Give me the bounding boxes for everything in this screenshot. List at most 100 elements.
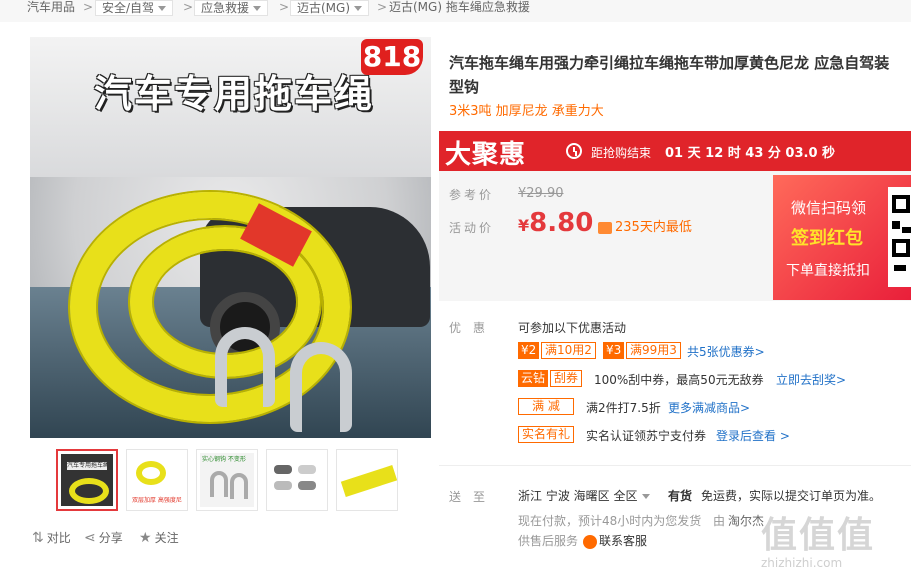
delivery-label: 送至 bbox=[449, 490, 498, 504]
clock-icon bbox=[566, 143, 582, 159]
share-button[interactable]: ⋖ 分享 bbox=[84, 529, 123, 546]
chevron-down-icon bbox=[158, 6, 167, 11]
compare-icon: ⇅ bbox=[32, 530, 44, 546]
thumbnail-car bbox=[274, 481, 292, 490]
breadcrumb-item-rescue[interactable]: 应急救援 bbox=[194, 0, 269, 16]
qr-promo-line2: 签到红包 bbox=[791, 228, 863, 249]
lowest-price-text: 235天内最低 bbox=[615, 220, 692, 235]
chevron-down-icon bbox=[354, 6, 363, 11]
wechat-qr-promo[interactable]: 微信扫码领 签到红包 下单直接抵扣 bbox=[773, 175, 911, 300]
shackle-hook-left bbox=[215, 327, 275, 407]
compare-label: 对比 bbox=[46, 531, 71, 545]
seller-prefix: 由 bbox=[713, 514, 726, 528]
cloud-diamond-tag: 云钻 bbox=[518, 370, 549, 387]
qr-promo-line3: 下单直接抵扣 bbox=[786, 263, 870, 279]
more-reduction-link[interactable]: 更多满减商品> bbox=[668, 399, 750, 416]
real-name-text: 实名认证领苏宁支付券 bbox=[586, 429, 707, 443]
chevron-down-icon bbox=[642, 494, 651, 499]
thumbnail-image: 汽车专用拖车绳 bbox=[61, 454, 113, 506]
thumbnail-car bbox=[274, 465, 292, 474]
breadcrumb-item-brand[interactable]: 迈古(MG) bbox=[290, 0, 370, 16]
scratch-now-link[interactable]: 立即去刮奖> bbox=[776, 371, 846, 388]
image-banner-text: 汽车专用拖车绳 bbox=[94, 72, 375, 116]
product-title: 汽车拖车绳车用强力牵引绳拉车绳拖车带加厚黄色尼龙 应急自驾装 bbox=[449, 54, 890, 72]
trend-icon bbox=[598, 221, 612, 234]
breadcrumb-separator: > bbox=[377, 0, 388, 14]
seller-name[interactable]: 淘尔杰 bbox=[728, 512, 764, 529]
watermark-logo: 值值值 bbox=[761, 515, 876, 556]
divider bbox=[439, 465, 911, 466]
thumbnail-caption: 汽车专用拖车绳 bbox=[67, 462, 107, 470]
coupon-1-condition[interactable]: 满10用2 bbox=[541, 342, 596, 359]
contact-service-button[interactable]: 联系客服 bbox=[583, 532, 647, 549]
discount-label: 优惠 bbox=[449, 321, 498, 335]
countdown-label: 距抢购结束 bbox=[591, 146, 652, 160]
shackle-hook-right bbox=[290, 342, 352, 432]
reference-price: ¥29.90 bbox=[518, 186, 564, 201]
thumbnail-3[interactable]: 实心钢钩 不变形 bbox=[196, 449, 258, 511]
thumbnail-5[interactable] bbox=[336, 449, 398, 511]
product-subtitle: 3米3吨 加厚尼龙 承重力大 bbox=[449, 104, 604, 119]
promo-818-badge: 818 bbox=[361, 39, 423, 75]
thumbnail-car bbox=[298, 465, 316, 474]
breadcrumb: 汽车用品 > 安全/自驾 > 应急救援 > 迈古(MG) > 迈古(MG) 拖车… bbox=[0, 0, 911, 22]
currency-symbol: ¥ bbox=[518, 216, 530, 235]
star-icon: ★ bbox=[139, 530, 152, 546]
thumbnail-1[interactable]: 汽车专用拖车绳 bbox=[56, 449, 118, 511]
activity-price-value: 8.80 bbox=[529, 208, 594, 238]
delivery-address-select[interactable]: 浙江 宁波 海曙区 全区 bbox=[518, 487, 651, 504]
full-reduction-tag: 满 减 bbox=[518, 398, 574, 415]
thumbnail-caption: 实心钢钩 不变形 bbox=[202, 456, 246, 463]
flash-sale-bar: 大聚惠 距抢购结束 01 天 12 时 43 分 03.0 秒 bbox=[439, 131, 911, 171]
qr-code bbox=[888, 187, 911, 287]
thumbnail-strap bbox=[69, 478, 109, 504]
coupon-1-amount[interactable]: ¥2 bbox=[518, 342, 540, 359]
real-name-tag: 实名有礼 bbox=[518, 426, 575, 443]
thumbnail-caption: 双层加厚 高强度尼龙材料 bbox=[132, 497, 182, 504]
all-coupons-link[interactable]: 共5张优惠券> bbox=[687, 343, 765, 360]
watermark-url: zhizhizhi.com bbox=[761, 556, 843, 570]
reference-price-label: 参考价 bbox=[449, 188, 495, 202]
product-title-continued: 型钩 bbox=[449, 78, 480, 96]
thumbnail-strap bbox=[136, 461, 166, 485]
compare-button[interactable]: ⇅ 对比 bbox=[32, 529, 71, 546]
thumbnail-image: 实心钢钩 不变形 bbox=[200, 453, 254, 507]
full-reduction-text: 满2件打7.5折 bbox=[586, 401, 661, 415]
discount-intro: 可参加以下优惠活动 bbox=[518, 321, 627, 335]
login-view-link[interactable]: 登录后查看 > bbox=[716, 427, 790, 444]
breadcrumb-label: 应急救援 bbox=[201, 1, 250, 15]
delivery-eta: 现在付款，预计48小时内为您发货 bbox=[518, 514, 702, 528]
thumbnail-2[interactable]: 双层加厚 高强度尼龙材料 bbox=[126, 449, 188, 511]
customer-service-icon bbox=[583, 534, 597, 549]
thumbnail-car bbox=[298, 481, 316, 490]
scratch-coupon-tag: 刮券 bbox=[550, 370, 583, 387]
thumbnail-4[interactable] bbox=[266, 449, 328, 511]
shipping-info: 免运费，实际以提交订单页为准。 bbox=[701, 489, 882, 503]
breadcrumb-separator: > bbox=[83, 0, 94, 14]
breadcrumb-label: 安全/自驾 bbox=[102, 1, 155, 15]
coupon-2-condition[interactable]: 满99用3 bbox=[626, 342, 681, 359]
breadcrumb-separator: > bbox=[183, 0, 194, 14]
main-product-image[interactable]: 汽车专用拖车绳 818 bbox=[30, 37, 431, 438]
after-sales-label: 供售后服务 bbox=[518, 534, 579, 548]
thumbnail-image bbox=[270, 453, 324, 507]
thumbnail-shackle bbox=[210, 471, 228, 497]
coupon-2-amount[interactable]: ¥3 bbox=[603, 342, 625, 359]
chevron-down-icon bbox=[253, 6, 262, 11]
thumbnail-image: 双层加厚 高强度尼龙材料 bbox=[130, 453, 184, 507]
watermark: 值值值 zhizhizhi.com bbox=[761, 515, 911, 571]
breadcrumb-item-category[interactable]: 汽车用品 bbox=[27, 0, 75, 16]
breadcrumb-item-safety[interactable]: 安全/自驾 bbox=[95, 0, 174, 16]
flash-sale-logo: 大聚惠 bbox=[445, 140, 527, 170]
thumbnail-shackle bbox=[230, 473, 248, 499]
activity-price-label: 活动价 bbox=[449, 221, 495, 235]
stock-status: 有货 bbox=[668, 489, 693, 503]
thumbnail-image bbox=[340, 453, 397, 507]
breadcrumb-label: 迈古(MG) bbox=[297, 1, 351, 15]
breadcrumb-item-product: 迈古(MG) 拖车绳应急救援 bbox=[389, 0, 530, 14]
thumbnail-strap bbox=[340, 465, 397, 497]
share-label: 分享 bbox=[98, 531, 123, 545]
breadcrumb-separator: > bbox=[279, 0, 290, 14]
follow-button[interactable]: ★ 关注 bbox=[139, 529, 179, 546]
share-icon: ⋖ bbox=[84, 530, 96, 546]
